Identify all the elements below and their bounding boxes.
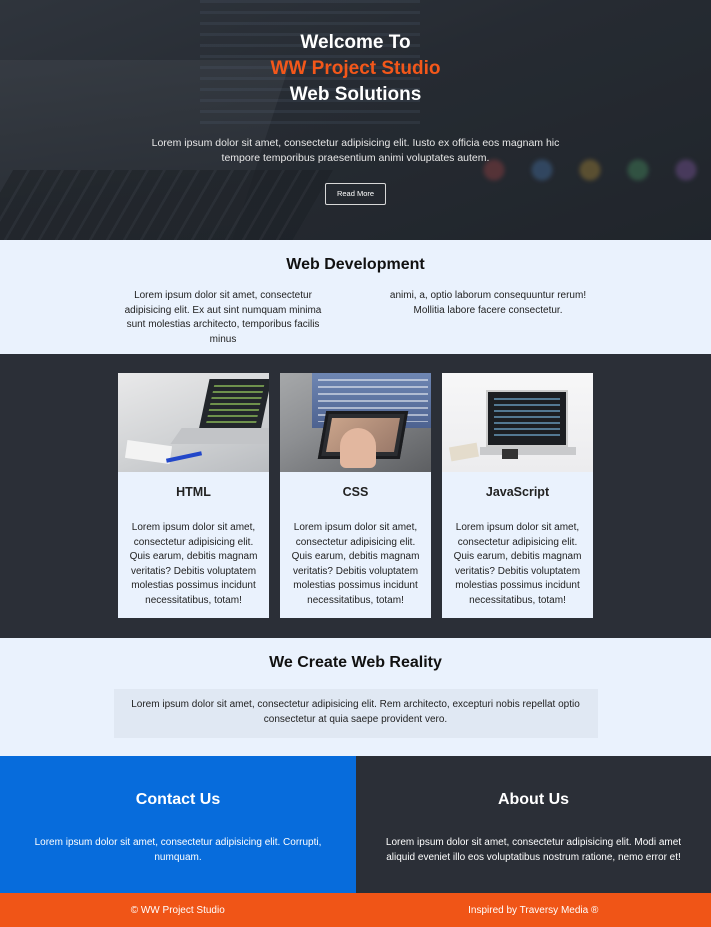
- hero-brand-name: WW Project Studio: [270, 58, 441, 79]
- tablet-hands-image: [280, 373, 431, 472]
- web-reality-text-box: Lorem ipsum dolor sit amet, consectetur …: [113, 689, 598, 738]
- contact-text: Lorem ipsum dolor sit amet, consectetur …: [34, 837, 322, 863]
- card-title: CSS: [342, 485, 369, 499]
- about-panel: About Us Lorem ipsum dolor sit amet, con…: [356, 756, 711, 893]
- web-development-columns: Lorem ipsum dolor sit amet, consectetur …: [0, 289, 711, 347]
- card-title: HTML: [176, 485, 211, 499]
- hero-heading: Welcome To WW Project Studio Web Solutio…: [0, 30, 711, 108]
- web-development-column-right: animi, a, optio laborum consequuntur rer…: [389, 290, 587, 316]
- web-development-section: Web Development Lorem ipsum dolor sit am…: [0, 240, 711, 354]
- contact-panel: Contact Us Lorem ipsum dolor sit amet, c…: [0, 756, 356, 893]
- web-development-column-left: Lorem ipsum dolor sit amet, consectetur …: [124, 290, 322, 345]
- web-reality-section: We Create Web Reality Lorem ipsum dolor …: [0, 638, 711, 756]
- laptop-desk-image: [442, 373, 593, 472]
- card-html: HTML Lorem ipsum dolor sit amet, consect…: [118, 373, 269, 618]
- hero-section: Welcome To WW Project Studio Web Solutio…: [0, 0, 711, 240]
- contact-title: Contact Us: [135, 791, 221, 808]
- hero-heading-line1: Welcome To: [300, 32, 411, 53]
- footer: © WW Project Studio Inspired by Traversy…: [0, 893, 711, 927]
- card-text: Lorem ipsum dolor sit amet, consectetur …: [129, 522, 258, 606]
- laptop-code-image: [118, 373, 269, 472]
- read-more-button[interactable]: Read More: [325, 183, 386, 205]
- hero-lead-text: Lorem ipsum dolor sit amet, consectetur …: [151, 137, 560, 164]
- card-css: CSS Lorem ipsum dolor sit amet, consecte…: [280, 373, 431, 618]
- card-javascript: JavaScript Lorem ipsum dolor sit amet, c…: [442, 373, 593, 618]
- technology-cards-section: HTML Lorem ipsum dolor sit amet, consect…: [0, 354, 711, 638]
- footer-credit: Inspired by Traversy Media ®: [468, 904, 599, 916]
- footer-copyright: © WW Project Studio: [130, 904, 225, 916]
- hero-heading-line3: Web Solutions: [289, 84, 422, 105]
- card-title: JavaScript: [485, 485, 550, 499]
- contact-about-section: Contact Us Lorem ipsum dolor sit amet, c…: [0, 756, 711, 893]
- web-development-title: Web Development: [286, 256, 425, 273]
- hero-content: Welcome To WW Project Studio Web Solutio…: [0, 0, 711, 205]
- web-reality-title: We Create Web Reality: [269, 654, 442, 671]
- card-text: Lorem ipsum dolor sit amet, consectetur …: [291, 522, 420, 606]
- about-text: Lorem ipsum dolor sit amet, consectetur …: [385, 837, 682, 863]
- about-title: About Us: [497, 791, 570, 808]
- card-text: Lorem ipsum dolor sit amet, consectetur …: [453, 522, 582, 606]
